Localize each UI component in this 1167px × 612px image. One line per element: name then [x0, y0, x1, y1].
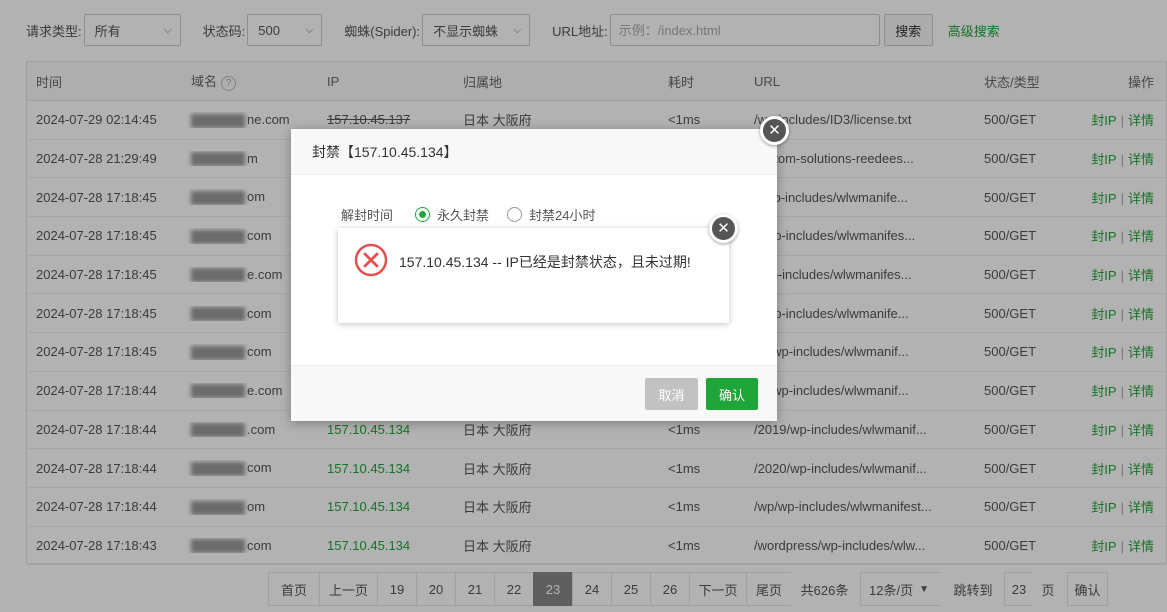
cancel-button[interactable]: 取消	[645, 378, 698, 410]
error-message-text: 157.10.45.134 -- IP已经是封禁状态，且未过期!	[399, 254, 691, 270]
dialog-title: 封禁【157.10.45.134】	[291, 129, 777, 175]
radio-icon[interactable]	[415, 207, 431, 222]
option-permanent[interactable]: 永久封禁	[437, 205, 489, 224]
close-icon[interactable]: ✕	[760, 116, 789, 145]
close-icon[interactable]: ✕	[709, 214, 738, 243]
option-24h[interactable]: 封禁24小时	[529, 205, 595, 224]
confirm-button[interactable]: 确认	[706, 378, 758, 410]
dialog-footer: 取消 确认	[291, 365, 777, 421]
error-message-box: 157.10.45.134 -- IP已经是封禁状态，且未过期!	[338, 228, 729, 323]
radio-icon[interactable]	[507, 207, 523, 222]
error-circle-icon	[354, 243, 388, 277]
unban-time-label: 解封时间	[341, 208, 394, 223]
unban-time-row: 解封时间 永久封禁 封禁24小时	[341, 205, 596, 224]
